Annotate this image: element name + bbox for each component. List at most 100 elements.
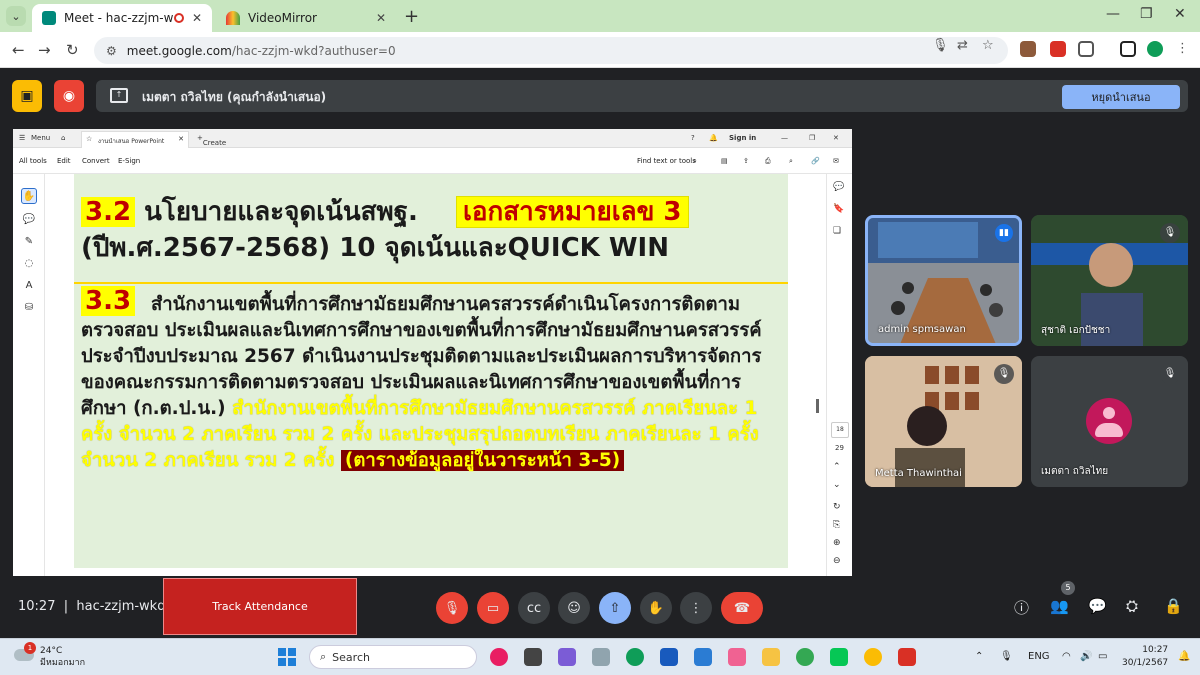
participant-tile[interactable]: 🎙 สุชาติ เอกปัชชา — [1031, 215, 1188, 346]
chrome-icon[interactable] — [796, 648, 814, 666]
hand-tool-icon[interactable]: ✋ — [21, 188, 37, 204]
notification-icon[interactable]: 🔔 — [1178, 651, 1190, 662]
viewer-restore-icon[interactable]: ❐ — [809, 134, 815, 142]
edge-icon[interactable] — [626, 648, 644, 666]
url-input[interactable]: ⚙ meet.google.com/hac-zzjm-wkd?authuser=… — [94, 37, 1008, 64]
find-icon[interactable]: ⌕ — [789, 157, 793, 166]
more-menu-icon[interactable]: ⋮ — [1176, 41, 1189, 56]
teams-icon[interactable] — [558, 648, 576, 666]
extensions-puzzle-icon[interactable] — [1078, 41, 1094, 57]
microphone-off-icon[interactable]: 🎙 — [436, 592, 468, 624]
create-button[interactable]: + Create — [197, 134, 226, 147]
tray-mic-icon[interactable]: 🎙 — [1000, 651, 1013, 662]
camera-off-icon[interactable]: ▭ — [477, 592, 509, 624]
meeting-details-icon[interactable]: ⓘ — [1014, 597, 1029, 618]
viewer-scrollbar[interactable] — [816, 399, 819, 413]
toolbar-edit[interactable]: Edit — [57, 157, 71, 165]
participant-tile[interactable]: 🎙 เมตตา ถวิลไทย — [1031, 356, 1188, 487]
chrome-alt-icon[interactable] — [864, 648, 882, 666]
stop-presenting-button[interactable]: หยุดนำเสนอ — [1062, 85, 1180, 109]
search-icon[interactable]: ⌕ — [693, 157, 697, 166]
site-info-icon[interactable]: ⚙ — [106, 44, 117, 58]
more-options-icon[interactable]: ⋮ — [680, 592, 712, 624]
windows-start-icon[interactable] — [278, 648, 296, 666]
minimize-icon[interactable]: — — [1106, 6, 1120, 22]
sign-in-button[interactable]: Sign in — [729, 134, 756, 142]
activities-icon[interactable]: ⛭ — [1126, 597, 1138, 615]
end-call-button[interactable]: ☎ — [721, 592, 763, 624]
translate-icon[interactable]: ⇄ — [957, 38, 968, 53]
zoom-in-icon[interactable]: ⊕ — [833, 538, 841, 548]
new-tab-icon[interactable]: + — [404, 6, 419, 27]
viewer-menu-label[interactable]: Menu — [31, 134, 50, 142]
help-icon[interactable]: ? — [691, 134, 695, 142]
viewer-minimize-icon[interactable]: — — [781, 134, 788, 142]
line-icon[interactable] — [830, 648, 848, 666]
host-controls-icon[interactable]: 🔒 — [1164, 597, 1183, 615]
lasso-tool-icon[interactable]: ◌ — [21, 256, 37, 272]
wifi-icon[interactable]: ◠ — [1062, 651, 1071, 662]
word-icon[interactable] — [660, 648, 678, 666]
emoji-reaction-icon[interactable]: ☺ — [558, 592, 590, 624]
notification-bell-icon[interactable]: 🔔 — [709, 134, 718, 142]
microphone-icon[interactable]: 🎙 — [932, 38, 949, 53]
comment-panel-icon[interactable]: 💬 — [833, 182, 844, 192]
star-icon[interactable]: ☆ — [86, 135, 92, 143]
close-tab-icon[interactable]: ✕ — [192, 11, 202, 25]
raise-hand-icon[interactable]: ✋ — [640, 592, 672, 624]
bookmark-star-icon[interactable]: ☆ — [982, 38, 994, 53]
mail-icon[interactable] — [694, 648, 712, 666]
extension-on-icon[interactable] — [1050, 41, 1066, 57]
tray-chevron-icon[interactable]: ⌃ — [975, 651, 983, 662]
copilot-icon[interactable] — [490, 648, 508, 666]
menu-icon[interactable]: ☰ — [19, 134, 25, 142]
upload-icon[interactable]: ⇪ — [743, 157, 749, 165]
back-icon[interactable]: ← — [12, 41, 25, 59]
side-panel-icon[interactable] — [1120, 41, 1136, 57]
people-icon[interactable]: 👥 — [1050, 597, 1069, 615]
track-attendance-button[interactable]: Track Attendance — [163, 578, 357, 635]
page-up-icon[interactable]: ⌃ — [833, 462, 841, 472]
forward-icon[interactable]: → — [38, 41, 51, 59]
reload-icon[interactable]: ↻ — [66, 41, 79, 59]
taskbar-clock[interactable]: 10:27 30/1/2567 — [1122, 644, 1168, 670]
settings-app-icon[interactable] — [592, 648, 610, 666]
page-number-field[interactable]: 18 — [831, 422, 849, 438]
language-indicator[interactable]: ENG — [1028, 651, 1050, 662]
zoom-out-icon[interactable]: ⊖ — [833, 556, 841, 566]
viewer-document-tab[interactable]: ☆ งานนำเสนอ PowerPoint ✕ — [81, 131, 189, 148]
participant-tile[interactable]: 🎙 Metta Thawinthai — [865, 356, 1022, 487]
link-icon[interactable]: 🔗 — [811, 157, 820, 165]
pdf-reader-icon[interactable] — [898, 648, 916, 666]
page-down-icon[interactable]: ⌄ — [833, 480, 841, 490]
print-icon[interactable]: ⎙ — [765, 157, 771, 166]
toolbar-convert[interactable]: Convert — [82, 157, 110, 165]
toolbar-all-tools[interactable]: All tools — [19, 157, 47, 165]
presentation-off-icon[interactable]: ▣ — [12, 80, 42, 112]
volume-icon[interactable]: 🔊 — [1080, 651, 1092, 662]
extension-icon[interactable] — [1020, 41, 1036, 57]
viewer-close-icon[interactable]: ✕ — [833, 134, 839, 142]
present-screen-icon[interactable]: ⇧ — [599, 592, 631, 624]
pen-tool-icon[interactable]: ✎ — [21, 234, 37, 250]
home-icon[interactable]: ⌂ — [61, 134, 65, 142]
chat-icon[interactable]: 💬 — [1088, 597, 1107, 615]
tab-meet[interactable]: Meet - hac-zzjm-wkd ✕ — [32, 4, 212, 32]
comment-tool-icon[interactable]: 💬 — [21, 212, 37, 228]
text-tool-icon[interactable]: A — [21, 278, 37, 294]
close-doc-icon[interactable]: ✕ — [178, 135, 184, 143]
captions-icon[interactable]: cc — [518, 592, 550, 624]
tab-search-button[interactable]: ⌄ — [6, 6, 26, 26]
profile-avatar[interactable] — [1147, 41, 1163, 57]
toolbar-esign[interactable]: E-Sign — [118, 157, 140, 165]
save-icon[interactable]: ▤ — [721, 157, 728, 165]
restore-icon[interactable]: ❐ — [1140, 6, 1153, 22]
record-icon[interactable]: ◉ — [54, 80, 84, 112]
find-text-field[interactable]: Find text or tools — [637, 157, 696, 165]
snipping-tool-icon[interactable] — [728, 648, 746, 666]
tab-videomirror[interactable]: VideoMirror ✕ — [216, 4, 396, 32]
file-explorer-icon[interactable] — [762, 648, 780, 666]
bookmark-panel-icon[interactable]: 🔖 — [833, 204, 844, 214]
fit-page-icon[interactable]: ⎘ — [833, 520, 840, 530]
participant-tile[interactable]: ▮▮ admin spmsawan — [865, 215, 1022, 346]
